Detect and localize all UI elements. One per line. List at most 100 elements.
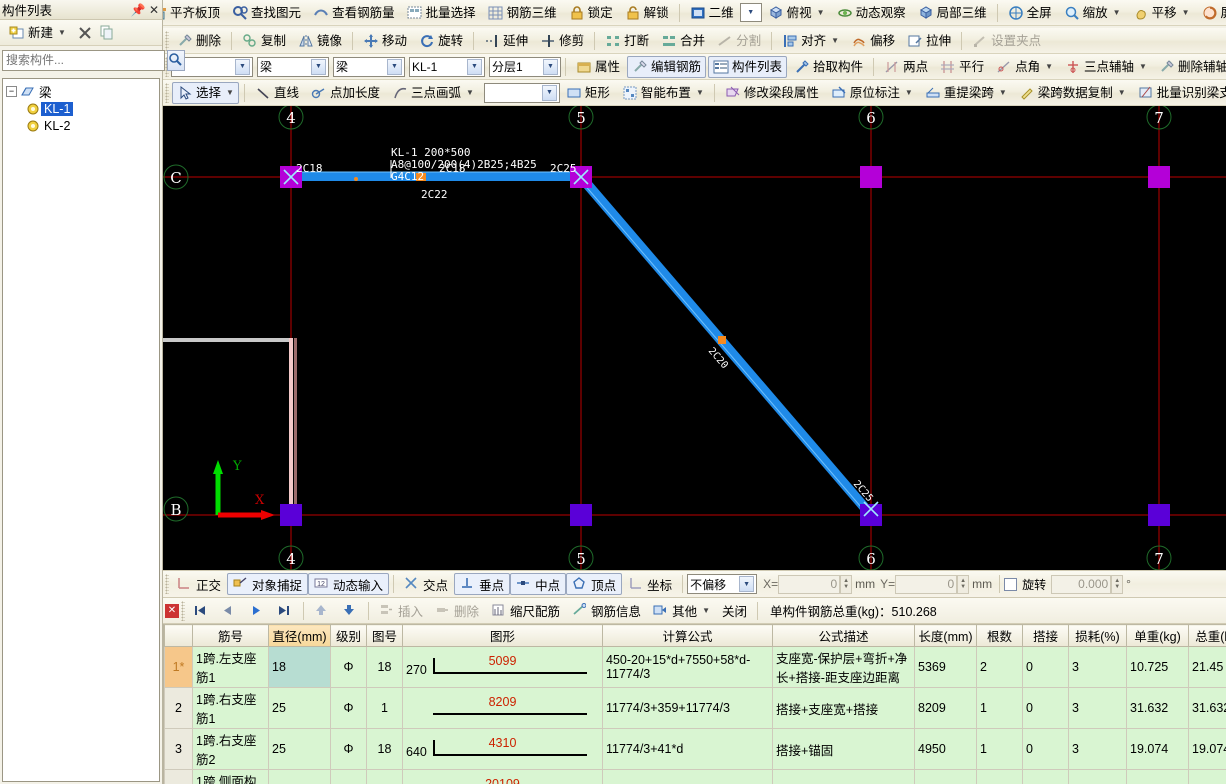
toolbar-button-dynamic-observe[interactable]: 动态观察 (832, 2, 911, 24)
pin-icon[interactable]: 📌 (130, 3, 146, 17)
table-cell-formula[interactable]: 11774/3+359+11774/3 (602, 687, 773, 729)
table-row[interactable]: 2 1跨.右支座筋1 25 Φ 1 8209 11774/3+359+11774/3 搭接+支… (164, 687, 1226, 729)
toolbar-button-screen-rotate[interactable]: 屏幕旋转 ▼ (1197, 2, 1226, 24)
table-cell-dia[interactable]: 18 (268, 646, 331, 688)
toolbar-button-fullscreen[interactable]: 全屏 (1003, 2, 1057, 24)
draw-button-three-point-arc[interactable]: 三点画弧 ▼ (387, 82, 479, 104)
snap-button-ortho[interactable]: 正交 (171, 573, 227, 595)
tree-item-kl-2[interactable]: KL-2 (3, 117, 159, 134)
table-cell-len[interactable]: 20109 (914, 769, 977, 784)
other-button[interactable]: 其他 ▼ (647, 600, 716, 622)
table-cell-len[interactable]: 8209 (914, 687, 977, 729)
table-cell-totalw[interactable]: 21.45 (1188, 646, 1226, 688)
offset-mode-selector[interactable]: 不偏移 ▼ (687, 574, 758, 594)
toolbar-button-local-3d[interactable]: 局部三维 (913, 2, 992, 24)
new-component-button[interactable]: 新建 ▼ (4, 22, 71, 44)
draw-button-copy-span-data[interactable]: 梁跨数据复制 ▼ (1014, 82, 1131, 104)
table-cell-formula[interactable]: 11774/3+41*d (602, 728, 773, 770)
selector-button-pick-member[interactable]: 拾取构件 (789, 56, 868, 78)
toolbar-grip[interactable] (165, 82, 169, 103)
table-cell-formula[interactable]: 450-20+15*d+7550+58*d-11774/3 (602, 646, 773, 688)
table-cell-rownum[interactable]: 4 (164, 769, 193, 784)
snap-button-dynamic-input[interactable]: 12 动态输入 (308, 573, 390, 595)
chevron-down-icon[interactable]: ▼ (543, 58, 558, 75)
table-cell-loss[interactable]: 3 (1068, 646, 1127, 688)
draw-button-select[interactable]: 选择 ▼ (172, 81, 239, 104)
draw-button-batch-identify-support[interactable]: 批量识别梁支座 (1133, 82, 1226, 104)
table-cell-name[interactable]: 1跨.侧面构造筋1 (192, 769, 269, 784)
draw-button-line[interactable]: 直线 (250, 82, 304, 104)
table-cell-no[interactable]: 18 (366, 728, 403, 770)
table-cell-count[interactable]: 2 (976, 646, 1023, 688)
move-up-button[interactable] (308, 600, 336, 622)
copy-icon[interactable] (98, 24, 116, 42)
draw-button-smart-layout[interactable]: 智能布置 ▼ (617, 82, 709, 104)
next-record-button[interactable] (243, 600, 271, 622)
table-cell-desc[interactable]: 锚固+净长+锚固 (772, 769, 915, 784)
chevron-down-icon[interactable]: ▼ (235, 58, 250, 75)
chevron-down-icon[interactable]: ▼ (999, 83, 1007, 103)
edit-button-break[interactable]: 打断 (600, 30, 654, 52)
chevron-down-icon[interactable]: ▼ (702, 606, 710, 615)
table-cell-dia[interactable]: 25 (268, 687, 331, 729)
chevron-down-icon[interactable]: ▼ (1182, 3, 1190, 23)
chevron-down-icon[interactable]: ▼ (1118, 83, 1126, 103)
table-cell-shape[interactable]: 5099 270 (402, 646, 603, 688)
table-cell-loss[interactable]: 3 (1068, 687, 1127, 729)
chevron-down-icon[interactable]: ▼ (905, 83, 913, 103)
table-header-formula[interactable]: 计算公式 (602, 624, 773, 647)
table-cell-grade[interactable]: Φ (330, 646, 367, 688)
table-cell-totalw[interactable]: 36.345 (1188, 769, 1226, 784)
table-cell-rownum[interactable]: 3 (164, 728, 193, 770)
table-cell-count[interactable]: 1 (976, 687, 1023, 729)
edit-button-mirror[interactable]: 镜像 (293, 30, 347, 52)
table-cell-shape[interactable]: 20109 (402, 769, 603, 784)
table-cell-lap[interactable]: 0 (1022, 687, 1069, 729)
selector-button-properties[interactable]: 属性 (571, 56, 625, 78)
table-cell-name[interactable]: 1跨.右支座筋2 (192, 728, 269, 770)
edit-button-set-grip[interactable]: 设置夹点 (967, 30, 1046, 52)
toolbar-grip[interactable] (165, 30, 169, 51)
table-header-loss[interactable]: 损耗(%) (1068, 624, 1127, 647)
tree-node-beam[interactable]: − 梁 (3, 83, 159, 100)
table-cell-shape[interactable]: 4310 640 (402, 728, 603, 770)
chevron-down-icon[interactable]: ▼ (311, 58, 326, 75)
chevron-down-icon[interactable]: ▼ (696, 83, 704, 103)
rotate-input[interactable]: 0.000 (1051, 574, 1112, 594)
toolbar-button-batch-select[interactable]: 批量选择 (402, 2, 481, 24)
insert-row-button[interactable]: 插入 (373, 600, 429, 622)
tree-item-kl-1[interactable]: KL-1 (3, 100, 159, 117)
table-cell-rownum[interactable]: 1* (164, 646, 193, 688)
rebar-table[interactable]: 筋号 直径(mm) 级别 图号 图形 计算公式 公式描述 长度(mm) 根数 搭接 损耗(%) 单重(… (163, 624, 1226, 784)
edit-button-stretch[interactable]: 拉伸 (902, 30, 956, 52)
table-cell-formula[interactable]: 15*d+19749+15*d (602, 769, 773, 784)
selector-button-three-point-axis[interactable]: 三点辅轴 ▼ (1060, 56, 1152, 78)
table-header-dia[interactable]: 直径(mm) (268, 624, 331, 647)
toolbar-grip[interactable] (165, 574, 169, 594)
edit-button-offset[interactable]: 偏移 (846, 30, 900, 52)
toolbar-button-find-element[interactable]: 查找图元 (227, 2, 306, 24)
chevron-down-icon[interactable]: ▼ (226, 83, 234, 103)
table-header-desc[interactable]: 公式描述 (772, 624, 915, 647)
table-cell-unitw[interactable]: 10.725 (1126, 646, 1189, 688)
x-spinner[interactable]: ▲ ▼ (840, 574, 853, 594)
table-cell-totalw[interactable]: 19.074 (1188, 728, 1226, 770)
edit-button-split[interactable]: 分割 (712, 30, 766, 52)
table-header-name[interactable]: 筋号 (192, 624, 269, 647)
draw-mode-combo[interactable]: ▼ (483, 82, 560, 103)
draw-button-in-situ-label[interactable]: 原位标注 ▼ (826, 82, 918, 104)
table-cell-unitw[interactable]: 19.074 (1126, 728, 1189, 770)
chevron-down-icon[interactable]: ▼ (817, 3, 825, 23)
close-panel-button[interactable]: 关闭 (716, 600, 753, 622)
last-record-button[interactable] (271, 600, 299, 622)
close-icon[interactable]: ✕ (146, 3, 162, 17)
table-cell-desc[interactable]: 支座宽-保护层+弯折+净长+搭接-距支座边距离 (772, 646, 915, 688)
table-header-idx[interactable] (164, 624, 193, 647)
draw-button-rectangle[interactable]: 矩形 (561, 82, 615, 104)
table-cell-unitw[interactable]: 31.632 (1126, 687, 1189, 729)
selector-button-member-list[interactable]: 构件列表 (708, 55, 788, 78)
subcategory-selector[interactable]: 梁 ▼ (333, 56, 405, 77)
snap-button-vertex[interactable]: 顶点 (566, 573, 623, 595)
y-coordinate-input[interactable]: 0 (895, 574, 958, 594)
component-tree[interactable]: − 梁 KL-1 KL-2 (2, 78, 160, 782)
